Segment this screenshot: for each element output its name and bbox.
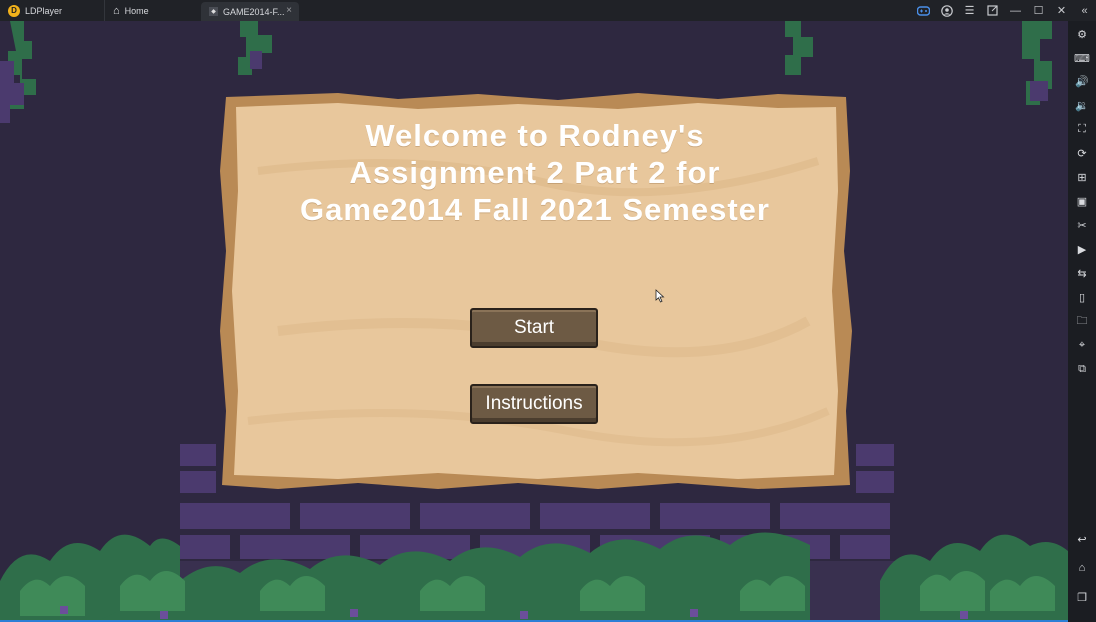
shake-icon[interactable]: ▯ [1072,287,1092,307]
menu-icon[interactable]: ☰ [958,0,981,21]
welcome-title: Welcome to Rodney's Assignment 2 Part 2 … [300,118,770,227]
start-button[interactable]: Start [470,308,598,348]
tab-label: GAME2014-F... [223,6,285,17]
tab-ldplayer[interactable]: D LDPlayer [0,0,104,21]
close-icon[interactable]: ✕ [1050,0,1073,21]
minimize-icon[interactable]: — [1004,0,1027,21]
tab-label: LDPlayer [25,5,63,16]
volume-up-icon[interactable]: 🔊 [1072,71,1092,91]
account-icon[interactable] [935,0,958,21]
screenshot-icon[interactable]: ⛶ [1072,119,1092,139]
volume-down-icon[interactable]: 🔉 [1072,95,1092,115]
back-icon[interactable]: ↩ [1072,529,1092,549]
gamepad-icon[interactable] [912,0,935,21]
popout-icon[interactable] [981,0,1004,21]
title-bar: D LDPlayer ⌂ Home ◆ GAME2014-F... × ☰ — … [0,0,1096,21]
multi-instance-icon[interactable]: ⧉ [1072,359,1092,379]
home-icon: ⌂ [113,4,120,17]
mouse-cursor-icon [655,289,665,303]
sync-icon[interactable]: ⇆ [1072,263,1092,283]
collapse-sidebar-icon[interactable]: « [1073,0,1096,21]
window-controls: ☰ — ☐ ✕ « [912,0,1096,21]
keyboard-icon[interactable]: ⌨ [1072,48,1092,68]
unity-icon: ◆ [209,7,218,16]
apk-icon[interactable]: ▣ [1072,191,1092,211]
folder-icon[interactable]: 🗀 [1072,311,1092,331]
instructions-button[interactable]: Instructions [470,384,598,424]
rotate-icon[interactable]: ⟳ [1072,143,1092,163]
scissors-icon[interactable]: ✂ [1072,215,1092,235]
record-icon[interactable]: ▶ [1072,239,1092,259]
tab-close-icon[interactable]: × [286,5,292,16]
tab-label: Home [124,5,149,16]
home-nav-icon[interactable]: ⌂ [1072,558,1092,578]
install-apk-icon[interactable]: ⊞ [1072,167,1092,187]
settings-icon[interactable]: ⚙ [1072,24,1092,44]
maximize-icon[interactable]: ☐ [1027,0,1050,21]
tab-game[interactable]: ◆ GAME2014-F... × [201,2,299,21]
location-icon[interactable]: ⌖ [1072,335,1092,355]
tab-home[interactable]: ⌂ Home [104,0,198,21]
right-toolbar: ⚙ ⌨ 🔊 🔉 ⛶ ⟳ ⊞ ▣ ✂ ▶ ⇆ ▯ 🗀 ⌖ ⧉ ↩ ⌂ ❐ [1068,21,1096,622]
recents-icon[interactable]: ❐ [1072,587,1092,607]
game-viewport[interactable]: Welcome to Rodney's Assignment 2 Part 2 … [0,21,1068,620]
ldplayer-logo-icon: D [8,4,20,17]
